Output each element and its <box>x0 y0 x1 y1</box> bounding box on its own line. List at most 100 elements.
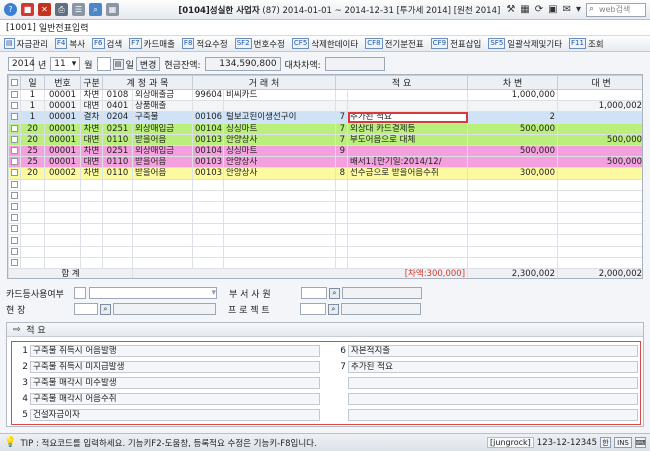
row-account[interactable]: 외상매입금 <box>131 122 194 135</box>
row-select[interactable] <box>8 223 21 236</box>
empty-cell[interactable] <box>335 189 349 202</box>
empty-row[interactable] <box>8 200 642 214</box>
empty-cell[interactable] <box>102 256 133 270</box>
row-no[interactable]: 00001 <box>44 156 81 169</box>
empty-row[interactable] <box>8 212 642 225</box>
row-memo-no[interactable] <box>335 156 349 169</box>
row-debit[interactable] <box>467 100 559 113</box>
row-account-code[interactable]: 0251 <box>102 144 133 158</box>
memo-item-text[interactable]: 구축물 취득시 어음발행 <box>30 345 320 357</box>
empty-cell[interactable] <box>192 189 225 202</box>
col-memo[interactable]: 적 요 <box>335 75 469 90</box>
empty-cell[interactable] <box>44 212 81 225</box>
calc-icon[interactable]: ▦ <box>106 3 119 16</box>
toolbar-button-10[interactable]: F11 조회 <box>569 38 604 50</box>
empty-cell[interactable] <box>102 234 133 247</box>
memo-item[interactable] <box>332 409 638 421</box>
day-input[interactable] <box>96 57 111 71</box>
table-row[interactable]: 20 00002 차변 0110 받을어음 00103 안양상사 8 선수금으로 받을어음수취 3… <box>8 167 642 180</box>
row-account[interactable]: 구축물 <box>131 111 194 124</box>
empty-cell[interactable] <box>192 200 225 214</box>
memo-item-text[interactable] <box>348 409 638 421</box>
empty-cell[interactable] <box>20 256 45 270</box>
empty-cell[interactable] <box>80 223 103 236</box>
memo-item-text[interactable]: 구축물 취득시 미지급발생 <box>30 361 320 373</box>
row-account[interactable]: 외상매입금 <box>131 144 194 158</box>
row-checkbox[interactable] <box>11 247 18 255</box>
empty-cell[interactable] <box>335 200 349 214</box>
empty-cell[interactable] <box>44 234 81 247</box>
row-account[interactable]: 받을어음 <box>131 167 194 180</box>
empty-cell[interactable] <box>20 200 45 214</box>
memo-item[interactable] <box>332 377 638 389</box>
toolbar-button-7[interactable]: CF8 전기분전표 <box>365 38 424 50</box>
row-checkbox[interactable] <box>11 158 18 166</box>
row-select[interactable] <box>8 88 21 102</box>
empty-cell[interactable] <box>347 178 469 191</box>
row-account[interactable]: 외상매출금 <box>131 88 194 102</box>
memo-item[interactable]: 7 추가된 적요 <box>332 361 638 373</box>
toolbar-button-4[interactable]: F8 적요수정 <box>181 38 228 50</box>
empty-cell[interactable] <box>467 178 559 191</box>
memo-item[interactable] <box>332 393 638 405</box>
row-memo-no[interactable]: 9 <box>335 144 349 158</box>
row-debit[interactable] <box>467 156 559 169</box>
empty-cell[interactable] <box>347 223 469 236</box>
row-account-code[interactable]: 0401 <box>102 100 133 113</box>
empty-cell[interactable] <box>80 256 103 270</box>
row-select[interactable] <box>8 189 21 202</box>
row-select[interactable] <box>8 234 21 247</box>
refresh-icon[interactable]: ⟳ <box>535 4 543 15</box>
empty-cell[interactable] <box>335 245 349 258</box>
empty-cell[interactable] <box>102 212 133 225</box>
empty-cell[interactable] <box>131 189 194 202</box>
empty-cell[interactable] <box>347 200 469 214</box>
memo-item-text[interactable] <box>348 377 638 389</box>
empty-cell[interactable] <box>192 234 225 247</box>
memo-item-text[interactable]: 추가된 적요 <box>348 361 638 373</box>
empty-cell[interactable] <box>192 178 225 191</box>
card-flag-input[interactable] <box>74 287 86 299</box>
empty-cell[interactable] <box>44 223 81 236</box>
memo-item[interactable]: 1 구축물 취득시 어음발행 <box>14 345 320 357</box>
row-account-code[interactable]: 0204 <box>102 111 133 124</box>
col-account[interactable]: 계 정 과 목 <box>101 75 194 90</box>
col-no[interactable]: 번호 <box>44 75 81 90</box>
empty-cell[interactable] <box>335 178 349 191</box>
row-memo-no[interactable]: 8 <box>335 167 349 180</box>
row-checkbox[interactable] <box>11 113 18 121</box>
row-select[interactable] <box>8 156 21 169</box>
row-debit[interactable]: 1,000,000 <box>467 88 559 102</box>
table-row[interactable]: 20 00001 대변 0110 받을어음 00103 안양상사 7 부도어음으로 대체 500,… <box>8 133 642 146</box>
select-all-header[interactable] <box>8 75 21 90</box>
row-customer[interactable]: 비씨카드 <box>223 88 337 102</box>
row-debit[interactable]: 2 <box>467 111 559 124</box>
project-lookup-icon[interactable]: ⌕ <box>328 303 339 315</box>
row-select[interactable] <box>8 200 21 214</box>
row-customer-code[interactable] <box>192 100 225 113</box>
empty-cell[interactable] <box>335 223 349 236</box>
row-debit[interactable] <box>467 133 559 146</box>
row-customer-code[interactable]: 00104 <box>192 144 225 158</box>
row-account[interactable]: 받을어음 <box>131 133 194 146</box>
empty-cell[interactable] <box>44 200 81 214</box>
empty-cell[interactable] <box>335 234 349 247</box>
empty-cell[interactable] <box>80 178 103 191</box>
ime-mode[interactable]: 한 <box>600 437 611 448</box>
empty-cell[interactable] <box>467 256 559 270</box>
row-memo-no[interactable]: 7 <box>335 111 349 124</box>
toolbar-button-9[interactable]: SF5 일괄삭제및기타 <box>488 38 562 50</box>
empty-cell[interactable] <box>557 178 642 191</box>
row-customer[interactable]: 안양상사 <box>223 133 337 146</box>
row-type[interactable]: 차변 <box>80 167 103 180</box>
empty-cell[interactable] <box>223 256 337 270</box>
row-no[interactable]: 00001 <box>44 100 81 113</box>
memo-item-text[interactable]: 건설자금이자 <box>30 409 320 421</box>
site-input[interactable] <box>74 303 98 315</box>
row-day[interactable]: 1 <box>20 100 45 113</box>
row-account-code[interactable]: 0251 <box>102 122 133 135</box>
row-debit[interactable]: 500,000 <box>467 144 559 158</box>
empty-cell[interactable] <box>192 245 225 258</box>
empty-cell[interactable] <box>80 245 103 258</box>
empty-cell[interactable] <box>467 189 559 202</box>
